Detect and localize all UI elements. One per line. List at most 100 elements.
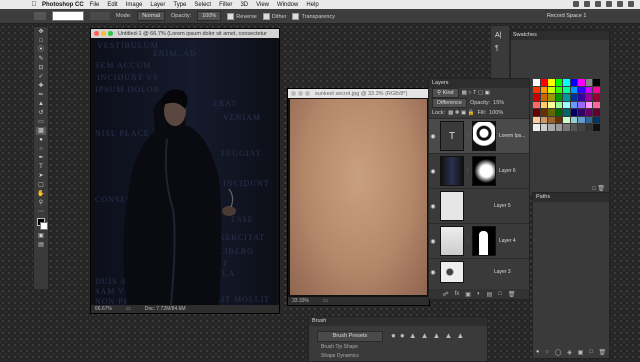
crop-tool-icon[interactable]: ⊡ bbox=[36, 64, 46, 72]
fx-icon[interactable]: fx bbox=[455, 291, 460, 297]
swatch[interactable] bbox=[533, 116, 540, 123]
brush-tip-icon[interactable]: ▲ bbox=[444, 331, 452, 340]
delete-path-icon[interactable]: 🗑 bbox=[598, 349, 606, 356]
reverse-option[interactable]: Reverse bbox=[227, 12, 257, 20]
new-layer-icon[interactable]: □ bbox=[498, 291, 502, 297]
layer-name[interactable]: Layer 3 bbox=[494, 269, 511, 275]
brush-tip-icon[interactable]: ▲ bbox=[433, 331, 441, 340]
link-icon[interactable]: ⋮ bbox=[465, 168, 470, 174]
swatch[interactable] bbox=[555, 124, 562, 131]
swatch[interactable] bbox=[570, 116, 577, 123]
swatch[interactable] bbox=[570, 101, 577, 108]
zoom-window-icon[interactable] bbox=[108, 31, 113, 36]
swatch[interactable] bbox=[563, 116, 570, 123]
swatch[interactable] bbox=[548, 116, 555, 123]
swatch[interactable] bbox=[540, 101, 547, 108]
link-icon[interactable]: ⋮ bbox=[465, 238, 470, 244]
swatch[interactable] bbox=[585, 94, 592, 101]
hand-tool-icon[interactable]: ✋ bbox=[36, 190, 46, 198]
swatch[interactable] bbox=[585, 124, 592, 131]
swatch[interactable] bbox=[593, 101, 600, 108]
quick-select-tool-icon[interactable]: ✎ bbox=[36, 55, 46, 63]
menu-layer[interactable]: Layer bbox=[150, 2, 165, 8]
swatch[interactable] bbox=[548, 79, 555, 86]
brush-tip-icon[interactable]: ● bbox=[391, 331, 396, 340]
swatch[interactable] bbox=[570, 109, 577, 116]
swatch[interactable] bbox=[555, 86, 562, 93]
path-select-tool-icon[interactable]: ➤ bbox=[36, 172, 46, 180]
adjustment-layer-icon[interactable]: ◐ bbox=[477, 291, 481, 297]
transparency-checkbox[interactable] bbox=[292, 12, 300, 20]
swatch[interactable] bbox=[540, 109, 547, 116]
swatch[interactable] bbox=[578, 86, 585, 93]
blend-mode-select[interactable]: Difference bbox=[432, 98, 467, 108]
swatch[interactable] bbox=[555, 109, 562, 116]
swatch[interactable] bbox=[578, 124, 585, 131]
layer-row[interactable]: ◉ ⋮ Layer 4 bbox=[429, 223, 529, 258]
swatch[interactable] bbox=[540, 79, 547, 86]
close-window-icon[interactable] bbox=[94, 31, 99, 36]
battery-icon[interactable] bbox=[606, 1, 612, 7]
zoom-window-icon[interactable] bbox=[305, 91, 310, 96]
layer-row[interactable]: ◉ Layer 5 bbox=[429, 188, 529, 223]
swatch[interactable] bbox=[578, 79, 585, 86]
swatch[interactable] bbox=[533, 101, 540, 108]
swatch[interactable] bbox=[548, 94, 555, 101]
menu-view[interactable]: View bbox=[256, 2, 269, 8]
brush-tip-icon[interactable]: ▲ bbox=[421, 331, 429, 340]
layer-mask-thumbnail[interactable] bbox=[472, 226, 496, 256]
swatch[interactable] bbox=[555, 79, 562, 86]
fill-value[interactable]: 100% bbox=[489, 110, 503, 116]
zoom-tool-icon[interactable]: ⚲ bbox=[36, 199, 46, 207]
fill-path-icon[interactable]: ● bbox=[536, 349, 540, 356]
menu-type[interactable]: Type bbox=[173, 2, 186, 8]
swatches-tab[interactable]: Swatches bbox=[511, 31, 609, 40]
visibility-eye-icon[interactable]: ◉ bbox=[429, 168, 437, 175]
paths-tab[interactable]: Paths bbox=[533, 193, 609, 202]
document-titlebar[interactable]: Untitled-1 @ 66.7% (Lorem ipsum dolor si… bbox=[91, 29, 279, 38]
swatch[interactable] bbox=[585, 86, 592, 93]
layer-mask-thumbnail[interactable] bbox=[472, 156, 496, 186]
swatch[interactable] bbox=[548, 109, 555, 116]
swatch[interactable] bbox=[540, 86, 547, 93]
layer-name[interactable]: Layer 4 bbox=[499, 238, 516, 244]
swatch[interactable] bbox=[540, 124, 547, 131]
visibility-eye-icon[interactable]: ◉ bbox=[429, 133, 437, 140]
reverse-checkbox[interactable] bbox=[227, 12, 235, 20]
wifi-icon[interactable] bbox=[584, 1, 590, 7]
swatch[interactable] bbox=[585, 109, 592, 116]
filter-icons[interactable]: ▩ ○ T ▢ ▣ bbox=[462, 90, 490, 96]
swatch[interactable] bbox=[593, 94, 600, 101]
color-swatches-icon[interactable] bbox=[36, 217, 48, 231]
quick-mask-icon[interactable]: ▣ bbox=[36, 232, 46, 240]
swatch[interactable] bbox=[533, 86, 540, 93]
layer-mask-thumbnail[interactable] bbox=[472, 121, 496, 151]
healing-tool-icon[interactable]: ✚ bbox=[36, 82, 46, 90]
add-mask-icon[interactable]: ▣ bbox=[578, 349, 584, 356]
transparency-option[interactable]: Transparency bbox=[292, 12, 335, 20]
brush-presets-button[interactable]: Brush Presets bbox=[317, 331, 383, 342]
layer-name[interactable]: Layer 5 bbox=[494, 203, 511, 209]
brush-tip-icon[interactable]: ● bbox=[400, 331, 405, 340]
minimize-window-icon[interactable] bbox=[298, 91, 303, 96]
swatch[interactable] bbox=[570, 94, 577, 101]
swatch[interactable] bbox=[563, 79, 570, 86]
apple-icon[interactable]:  bbox=[30, 1, 38, 8]
layer-row[interactable]: ◉ T ⋮ Lorem Ips... bbox=[429, 118, 529, 153]
brush-tip-icon[interactable]: ▲ bbox=[409, 331, 417, 340]
layer-row[interactable]: ◉ Layer 3 bbox=[429, 258, 529, 285]
swatch[interactable] bbox=[570, 86, 577, 93]
close-window-icon[interactable] bbox=[291, 91, 296, 96]
type-tool-icon[interactable]: T bbox=[36, 163, 46, 171]
swatch[interactable] bbox=[578, 94, 585, 101]
new-group-icon[interactable]: ▤ bbox=[487, 291, 493, 298]
document-titlebar[interactable]: sunkest secret.jpg @ 33.3% (RGB/8*) bbox=[288, 89, 429, 98]
swatch[interactable] bbox=[540, 116, 547, 123]
dodge-tool-icon[interactable]: ○ bbox=[36, 145, 46, 153]
history-brush-tool-icon[interactable]: ↺ bbox=[36, 109, 46, 117]
swatch[interactable] bbox=[540, 94, 547, 101]
screen-mode-icon[interactable]: ▤ bbox=[36, 241, 46, 249]
layer-name[interactable]: Layer 6 bbox=[499, 168, 516, 174]
swatch[interactable] bbox=[533, 79, 540, 86]
link-icon[interactable]: ⋮ bbox=[465, 133, 470, 139]
